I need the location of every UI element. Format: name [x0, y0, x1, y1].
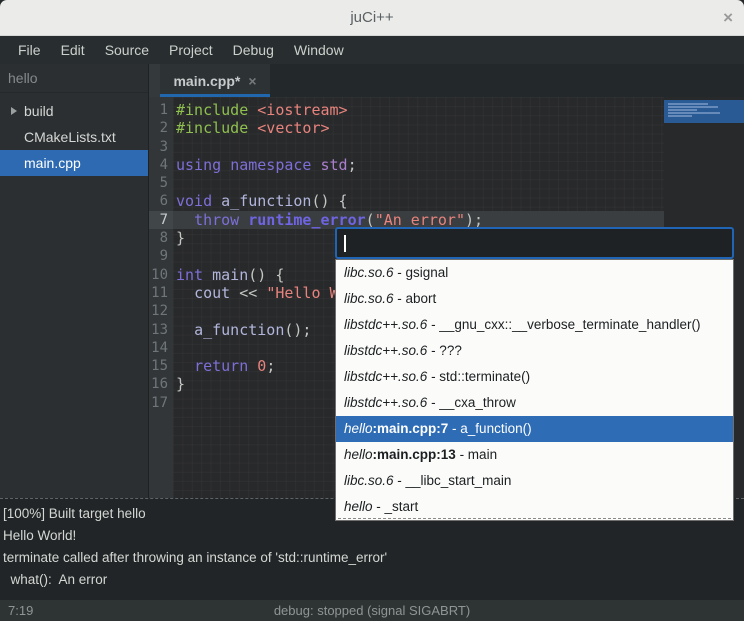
- backtrace-popup: libc.so.6 - gsignallibc.so.6 - abortlibs…: [335, 227, 734, 521]
- backtrace-lib: libc.so.6: [344, 473, 394, 488]
- window-close-icon[interactable]: ×: [723, 0, 733, 35]
- line-number[interactable]: 13: [149, 321, 173, 339]
- window-title: juCi++: [0, 0, 744, 35]
- backtrace-function: - __libc_start_main: [394, 473, 512, 488]
- menu-item-project[interactable]: Project: [159, 36, 223, 64]
- tab-close-icon[interactable]: ×: [248, 73, 256, 89]
- menu-item-file[interactable]: File: [8, 36, 51, 64]
- tab-bar: main.cpp* ×: [149, 64, 744, 97]
- debug-status: debug: stopped (signal SIGABRT): [0, 600, 744, 621]
- tab-label: main.cpp*: [173, 73, 240, 89]
- output-line: Hello World!: [3, 525, 741, 547]
- line-number[interactable]: 15: [149, 357, 173, 375]
- backtrace-list: libc.so.6 - gsignallibc.so.6 - abortlibs…: [335, 259, 734, 521]
- code-line: [173, 174, 664, 192]
- menu-item-window[interactable]: Window: [284, 36, 354, 64]
- file-tree: build CMakeLists.txt main.cpp: [0, 93, 148, 176]
- code-line: #include <iostream>: [173, 101, 664, 119]
- backtrace-location: :main.cpp:7: [373, 421, 449, 436]
- backtrace-item[interactable]: libstdc++.so.6 - std::terminate(): [336, 364, 733, 390]
- backtrace-lib: libc.so.6: [344, 291, 394, 306]
- backtrace-item[interactable]: hello - _start: [336, 494, 733, 520]
- line-number[interactable]: 10: [149, 266, 173, 284]
- expander-icon[interactable]: [11, 107, 17, 115]
- menu-item-edit[interactable]: Edit: [51, 36, 95, 64]
- backtrace-item[interactable]: hello:main.cpp:7 - a_function(): [336, 416, 733, 442]
- backtrace-lib: libstdc++.so.6: [344, 395, 427, 410]
- line-number[interactable]: 9: [149, 247, 173, 265]
- line-number[interactable]: 14: [149, 339, 173, 357]
- source-map-slider[interactable]: [664, 100, 744, 123]
- menu-item-debug[interactable]: Debug: [223, 36, 284, 64]
- backtrace-function: - std::terminate(): [427, 369, 530, 384]
- backtrace-item[interactable]: libstdc++.so.6 - __cxa_throw: [336, 390, 733, 416]
- backtrace-function: - ???: [427, 343, 462, 358]
- backtrace-lib: libstdc++.so.6: [344, 317, 427, 332]
- backtrace-item[interactable]: libstdc++.so.6 - __gnu_cxx::__verbose_te…: [336, 312, 733, 338]
- line-number[interactable]: 8: [149, 229, 173, 247]
- line-number[interactable]: 3: [149, 138, 173, 156]
- backtrace-lib: hello: [344, 499, 373, 514]
- backtrace-item[interactable]: libstdc++.so.6 - ???: [336, 338, 733, 364]
- backtrace-function: - main: [456, 447, 497, 462]
- sidebar-item-main-cpp[interactable]: main.cpp: [0, 150, 148, 176]
- sidebar-project-name: hello: [0, 64, 148, 93]
- backtrace-lib: hello: [344, 447, 373, 462]
- backtrace-function: - __cxa_throw: [427, 395, 516, 410]
- line-number[interactable]: 17: [149, 394, 173, 412]
- line-number[interactable]: 7: [149, 211, 173, 229]
- output-line: what(): An error: [3, 569, 741, 591]
- tree-item-label: CMakeLists.txt: [24, 129, 116, 145]
- sidebar-item-build[interactable]: build: [0, 98, 148, 124]
- line-number[interactable]: 16: [149, 375, 173, 393]
- sidebar-item-cmakelists-txt[interactable]: CMakeLists.txt: [0, 124, 148, 150]
- backtrace-item[interactable]: libc.so.6 - abort: [336, 286, 733, 312]
- code-line: using namespace std;: [173, 156, 664, 174]
- backtrace-function: - abort: [394, 291, 437, 306]
- backtrace-function: - _start: [373, 499, 419, 514]
- backtrace-lib: libc.so.6: [344, 265, 394, 280]
- backtrace-function: - __gnu_cxx::__verbose_terminate_handler…: [427, 317, 700, 332]
- menu-item-source[interactable]: Source: [95, 36, 159, 64]
- tree-item-label: main.cpp: [24, 155, 81, 171]
- line-number[interactable]: 1: [149, 101, 173, 119]
- line-number-gutter: 1234567891011121314151617: [149, 97, 173, 498]
- backtrace-search-input[interactable]: [335, 227, 734, 259]
- pane-resize-handle[interactable]: [149, 64, 160, 97]
- backtrace-function: - a_function(): [448, 421, 531, 436]
- jucipp-window: juCi++ × FileEditSourceProjectDebugWindo…: [0, 0, 744, 621]
- backtrace-location: :main.cpp:13: [373, 447, 456, 462]
- menubar: FileEditSourceProjectDebugWindow: [0, 36, 744, 64]
- backtrace-lib: hello: [344, 421, 373, 436]
- tab-main-cpp[interactable]: main.cpp* ×: [160, 64, 270, 97]
- line-number[interactable]: 2: [149, 119, 173, 137]
- code-line: #include <vector>: [173, 119, 664, 137]
- text-caret: [344, 235, 346, 252]
- statusbar: 7:19 debug: stopped (signal SIGABRT): [0, 600, 744, 621]
- project-sidebar: hello build CMakeLists.txt main.cpp: [0, 64, 148, 498]
- backtrace-function: - gsignal: [394, 265, 449, 280]
- line-number[interactable]: 12: [149, 302, 173, 320]
- backtrace-item[interactable]: libc.so.6 - gsignal: [336, 260, 733, 286]
- line-number[interactable]: 4: [149, 156, 173, 174]
- line-number[interactable]: 11: [149, 284, 173, 302]
- line-number[interactable]: 6: [149, 192, 173, 210]
- tree-item-label: build: [24, 103, 54, 119]
- line-number[interactable]: 5: [149, 174, 173, 192]
- backtrace-item[interactable]: hello:main.cpp:13 - main: [336, 442, 733, 468]
- titlebar[interactable]: juCi++ ×: [0, 0, 744, 36]
- output-line: terminate called after throwing an insta…: [3, 547, 741, 569]
- code-line: void a_function() {: [173, 192, 664, 210]
- backtrace-item[interactable]: libc.so.6 - __libc_start_main: [336, 468, 733, 494]
- backtrace-lib: libstdc++.so.6: [344, 369, 427, 384]
- backtrace-lib: libstdc++.so.6: [344, 343, 427, 358]
- code-line: [173, 138, 664, 156]
